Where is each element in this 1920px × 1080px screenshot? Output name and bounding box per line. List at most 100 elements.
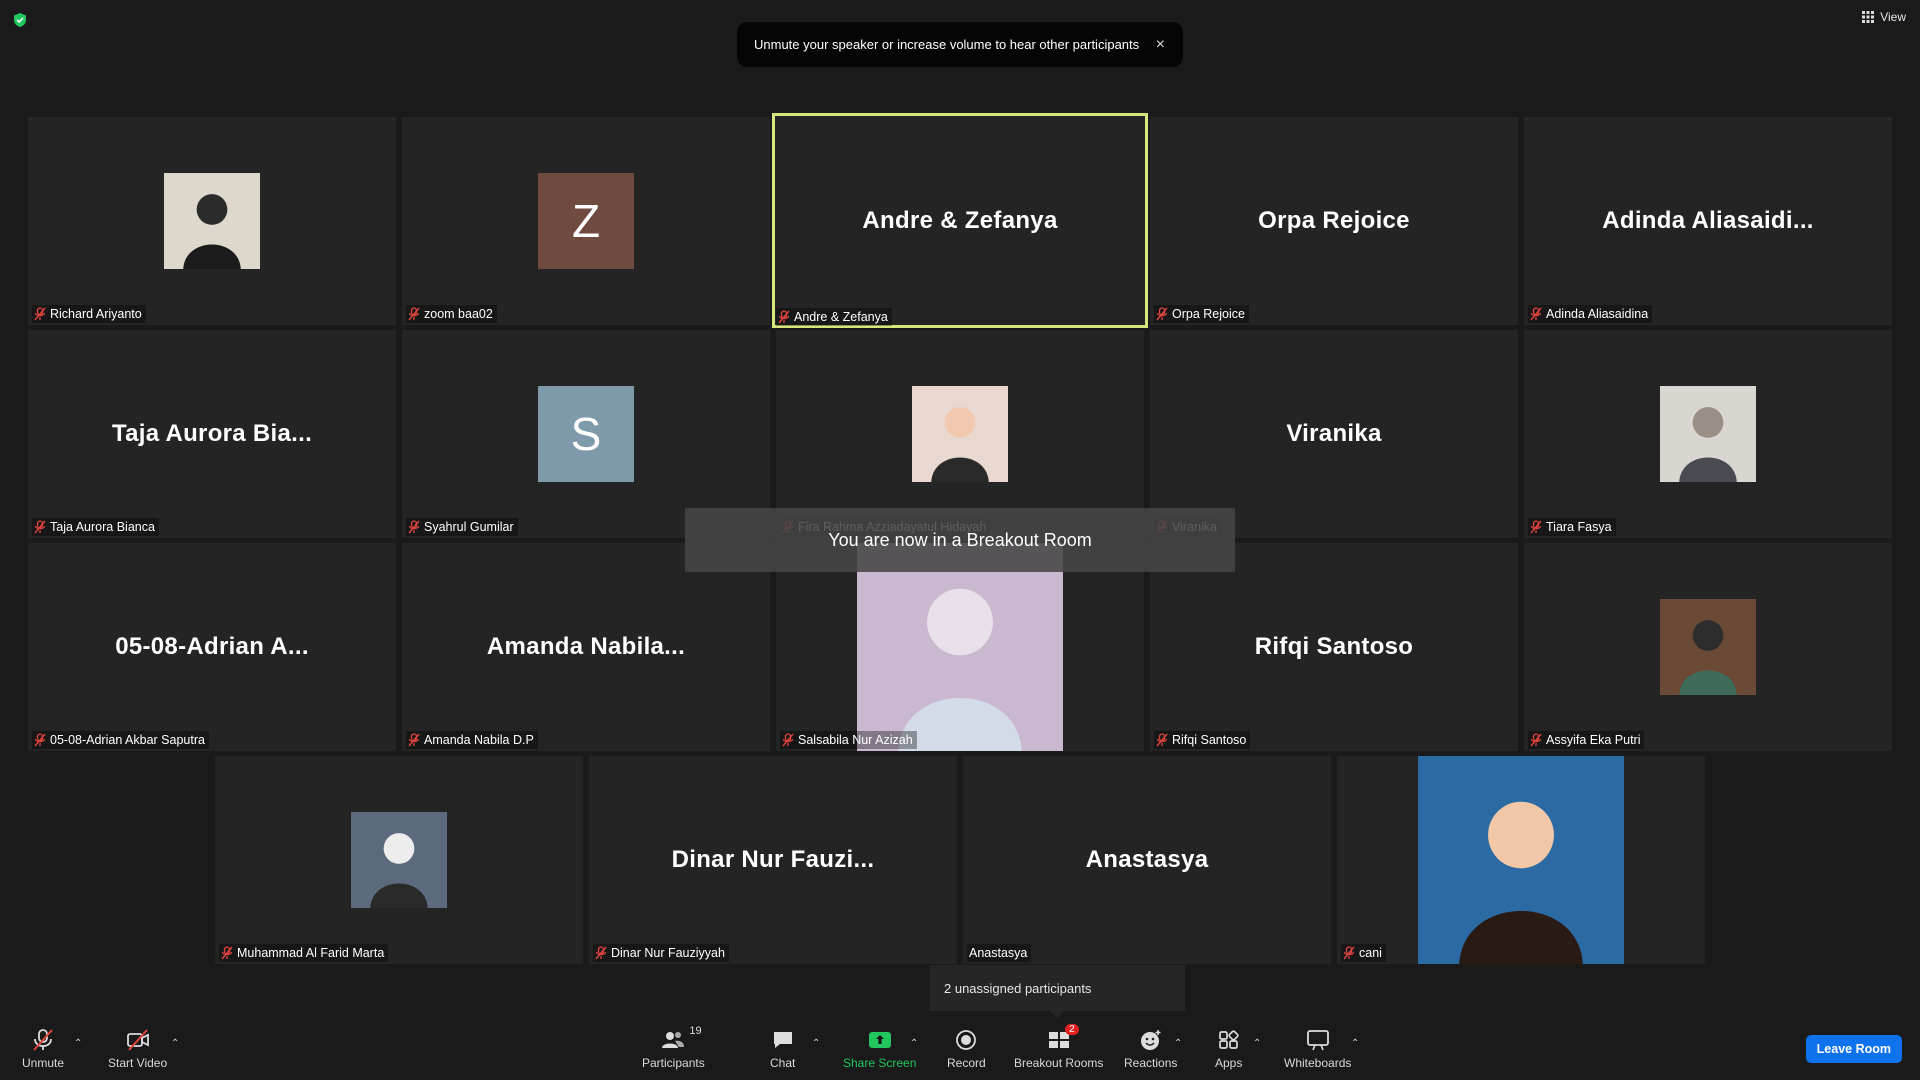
- participant-tile[interactable]: cani: [1337, 756, 1705, 964]
- apps-icon: [1218, 1030, 1239, 1049]
- participant-name: Assyifa Eka Putri: [1546, 733, 1641, 747]
- participants-button[interactable]: 19 Participants: [642, 1025, 705, 1070]
- participants-icon: [662, 1032, 685, 1048]
- participant-tile[interactable]: Assyifa Eka Putri: [1524, 543, 1892, 751]
- whiteboards-options-caret[interactable]: ⌃: [1351, 1038, 1359, 1049]
- share-options-caret[interactable]: ⌃: [910, 1038, 918, 1049]
- participant-photo-image: [1418, 756, 1624, 964]
- participant-tile[interactable]: Salsabila Nur Azizah: [776, 543, 1144, 751]
- participant-name: Anastasya: [969, 946, 1028, 960]
- participant-name: Andre & Zefanya: [794, 310, 888, 324]
- chat-icon: [773, 1032, 792, 1048]
- meeting-toolbar: Unmute ⌃ Start Video ⌃ 19 Participants C…: [0, 1020, 1920, 1080]
- participant-tile[interactable]: Rifqi Santoso Rifqi Santoso: [1150, 543, 1518, 751]
- participant-tile[interactable]: ViranikaViranika: [1150, 330, 1518, 538]
- audio-options-caret[interactable]: ⌃: [74, 1038, 82, 1049]
- record-label: Record: [947, 1056, 986, 1070]
- participant-tile[interactable]: 05-08-Adrian A... 05-08-Adrian Akbar Sapu…: [28, 543, 396, 751]
- participant-tile[interactable]: Zzoom baa02: [402, 117, 770, 325]
- unmute-label: Unmute: [22, 1056, 65, 1070]
- muted-mic-icon: [595, 946, 607, 960]
- muted-mic-icon: [408, 733, 420, 747]
- participant-photo-image: [857, 543, 1063, 751]
- muted-mic-icon: [1530, 520, 1542, 534]
- participant-photo-image: [912, 386, 1008, 482]
- participant-display-name: Orpa Rejoice: [1258, 207, 1410, 234]
- share-screen-icon: [868, 1032, 891, 1048]
- muted-mic-icon: [34, 733, 46, 747]
- participant-name: Syahrul Gumilar: [424, 520, 514, 534]
- participant-tile[interactable]: Richard Ariyanto: [28, 117, 396, 325]
- participant-video: [1660, 386, 1756, 482]
- whiteboards-button[interactable]: Whiteboards: [1284, 1028, 1351, 1070]
- security-shield-icon[interactable]: [12, 12, 28, 28]
- breakout-rooms-label: Breakout Rooms: [1014, 1056, 1104, 1070]
- participant-tile[interactable]: Muhammad Al Farid Marta: [215, 756, 583, 964]
- reactions-options-caret[interactable]: ⌃: [1174, 1038, 1182, 1049]
- view-button[interactable]: View: [1862, 10, 1906, 24]
- participant-tile[interactable]: Anastasya Anastasya: [963, 756, 1331, 964]
- reactions-label: Reactions: [1124, 1056, 1178, 1070]
- participant-name: cani: [1359, 946, 1382, 960]
- video-options-caret[interactable]: ⌃: [171, 1038, 179, 1049]
- participant-name: zoom baa02: [424, 307, 493, 321]
- participant-name-label: Salsabila Nur Azizah: [780, 731, 917, 749]
- start-video-button[interactable]: Start Video: [108, 1028, 167, 1070]
- avatar: S: [538, 386, 634, 482]
- breakout-rooms-button[interactable]: 2 Breakout Rooms: [1014, 1024, 1104, 1070]
- participants-count: 19: [689, 1025, 702, 1037]
- participants-label: Participants: [642, 1056, 705, 1070]
- participant-tile[interactable]: Adinda Aliasaidi... Adinda Aliasaidina: [1524, 117, 1892, 325]
- unassigned-participants-popup[interactable]: 2 unassigned participants: [930, 965, 1185, 1018]
- record-icon: [956, 1030, 977, 1050]
- participant-tile[interactable]: S Syahrul Gumilar: [402, 330, 770, 538]
- breakout-badge: 2: [1065, 1024, 1079, 1035]
- participant-display-name: Viranika: [1286, 420, 1382, 447]
- participant-tile[interactable]: Tiara Fasya: [1524, 330, 1892, 538]
- participant-tile[interactable]: Taja Aurora Bia... Taja Aurora Bianca: [28, 330, 396, 538]
- participant-name-label: Assyifa Eka Putri: [1528, 731, 1645, 749]
- participant-tile[interactable]: Andre & Zefanya Andre & Zefanya: [772, 113, 1148, 328]
- participant-video: [912, 386, 1008, 482]
- participant-name-label: zoom baa02: [406, 305, 497, 323]
- participant-photo-image: [1660, 386, 1756, 482]
- record-button[interactable]: Record: [947, 1028, 986, 1070]
- participant-display-name: Andre & Zefanya: [862, 206, 1058, 234]
- participant-name-label: Dinar Nur Fauziyyah: [593, 944, 729, 962]
- participant-name-label: Tiara Fasya: [1528, 518, 1616, 536]
- leave-room-button[interactable]: Leave Room: [1805, 1035, 1902, 1063]
- participant-name-label: 05-08-Adrian Akbar Saputra: [32, 731, 209, 749]
- share-screen-button[interactable]: Share Screen: [843, 1028, 916, 1070]
- muted-mic-icon: [1530, 733, 1542, 747]
- chat-label: Chat: [770, 1056, 796, 1070]
- reactions-button[interactable]: Reactions: [1124, 1028, 1177, 1070]
- participant-name-label: Amanda Nabila D.P: [406, 731, 538, 749]
- participant-tile[interactable]: Amanda Nabila... Amanda Nabila D.P: [402, 543, 770, 751]
- participant-video: [351, 812, 447, 908]
- participant-tile[interactable]: Orpa Rejoice Orpa Rejoice: [1150, 117, 1518, 325]
- close-icon[interactable]: ×: [1156, 36, 1165, 54]
- participant-name: Muhammad Al Farid Marta: [237, 946, 385, 960]
- chat-options-caret[interactable]: ⌃: [812, 1038, 820, 1049]
- participant-tile[interactable]: Dinar Nur Fauzi... Dinar Nur Fauziyyah: [589, 756, 957, 964]
- muted-mic-icon: [221, 946, 233, 960]
- participant-display-name: Adinda Aliasaidi...: [1602, 207, 1814, 234]
- participant-name-label: Taja Aurora Bianca: [32, 518, 159, 536]
- participant-name-label: Adinda Aliasaidina: [1528, 305, 1653, 323]
- unmute-button[interactable]: Unmute: [22, 1028, 64, 1070]
- share-screen-label: Share Screen: [843, 1056, 917, 1070]
- participant-tile[interactable]: Fira Rahma Azziadayatul Hidayah: [776, 330, 1144, 538]
- audio-notice: Unmute your speaker or increase volume t…: [737, 22, 1183, 67]
- participant-display-name: Anastasya: [1085, 846, 1209, 873]
- apps-button[interactable]: Apps: [1215, 1028, 1242, 1070]
- chat-button[interactable]: Chat: [770, 1028, 795, 1070]
- video-off-icon: [126, 1029, 149, 1051]
- participant-display-name: Rifqi Santoso: [1254, 633, 1414, 660]
- whiteboards-label: Whiteboards: [1284, 1056, 1352, 1070]
- participant-name-label: Orpa Rejoice: [1154, 305, 1249, 323]
- grid-icon: [1862, 11, 1875, 23]
- apps-options-caret[interactable]: ⌃: [1253, 1038, 1261, 1049]
- participant-name: Tiara Fasya: [1546, 520, 1612, 534]
- start-video-label: Start Video: [108, 1056, 168, 1070]
- participant-name-label: Richard Ariyanto: [32, 305, 146, 323]
